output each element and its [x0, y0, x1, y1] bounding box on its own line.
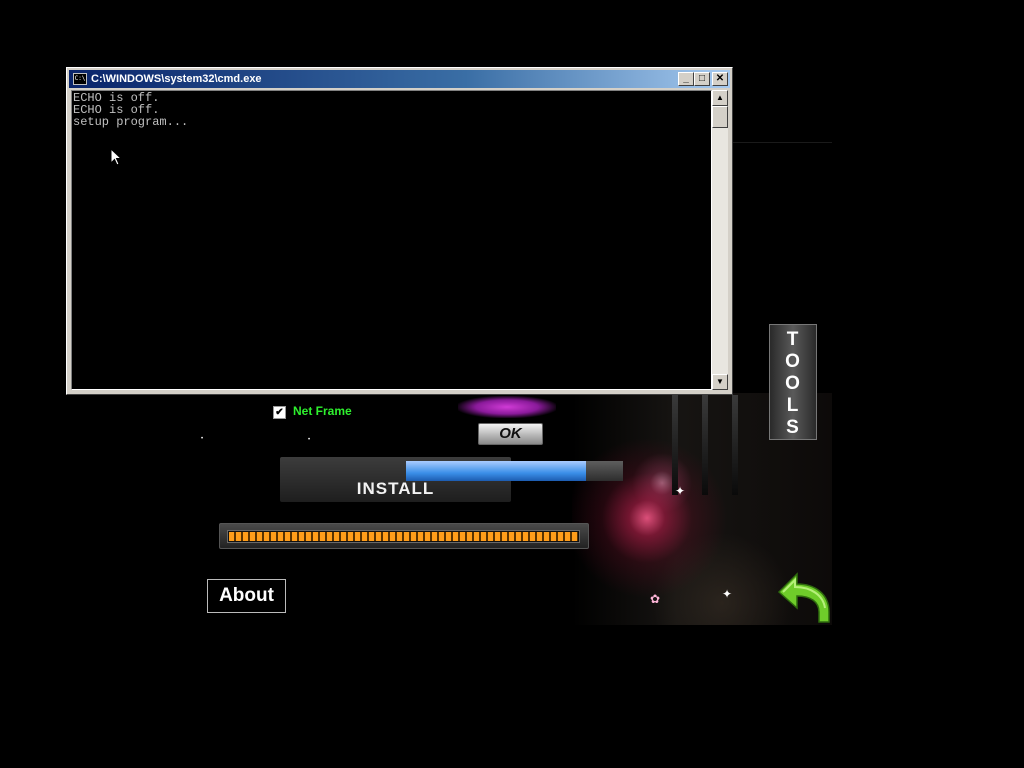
- check-icon: ✔: [275, 407, 284, 418]
- close-button[interactable]: ✕: [712, 72, 728, 86]
- tools-button[interactable]: T O O L S: [769, 324, 817, 440]
- decorative-logo: [458, 396, 556, 418]
- install-label: INSTALL: [356, 479, 435, 498]
- orange-progress-inner: [227, 530, 580, 543]
- tools-letter: O: [785, 351, 801, 372]
- window-title: C:\WINDOWS\system32\cmd.exe: [91, 73, 262, 85]
- sparkle-icon: ✦: [675, 484, 686, 498]
- decorative-pillar: [672, 395, 678, 495]
- sparkle-icon: ✿: [650, 592, 661, 606]
- vertical-scrollbar[interactable]: ▲ ▼: [712, 90, 728, 390]
- maximize-button[interactable]: □: [694, 72, 710, 86]
- desktop: ✦ ✿ ✦ • • T O O L S ✔ Net Frame OK INSTA…: [0, 0, 1024, 768]
- blue-progress-bar: [406, 461, 623, 481]
- mouse-cursor-icon: [110, 148, 122, 166]
- orange-progress-bar: [219, 523, 589, 549]
- decorative-pillar: [732, 395, 738, 495]
- cmd-window: C:\ C:\WINDOWS\system32\cmd.exe _ □ ✕ EC…: [66, 67, 733, 395]
- net-frame-label: Net Frame: [293, 404, 352, 418]
- tools-letter: T: [786, 329, 800, 350]
- ok-button[interactable]: OK: [478, 423, 543, 445]
- tools-letter: S: [786, 417, 800, 438]
- orange-progress-fill: [229, 532, 578, 541]
- arrow-up-icon: ▲: [716, 93, 724, 102]
- about-button[interactable]: About: [207, 579, 286, 613]
- tools-letter: O: [785, 373, 801, 394]
- sparkle-icon: •: [201, 436, 204, 442]
- console-output[interactable]: ECHO is off. ECHO is off. setup program.…: [71, 90, 712, 390]
- maximize-icon: □: [698, 73, 706, 84]
- back-arrow-icon[interactable]: [773, 570, 833, 624]
- scroll-up-button[interactable]: ▲: [712, 90, 728, 106]
- cmd-icon: C:\: [73, 73, 87, 85]
- close-icon: ✕: [715, 73, 725, 84]
- sparkle-icon: ✦: [722, 587, 733, 601]
- decorative-pillar: [702, 395, 708, 495]
- scroll-down-button[interactable]: ▼: [712, 374, 728, 390]
- tools-letter: L: [786, 395, 800, 416]
- blue-progress-fill: [406, 461, 587, 481]
- console-line: setup program...: [73, 115, 189, 129]
- cmd-titlebar[interactable]: C:\ C:\WINDOWS\system32\cmd.exe _ □ ✕: [69, 70, 730, 88]
- arrow-down-icon: ▼: [716, 377, 724, 386]
- scroll-thumb[interactable]: [712, 106, 728, 128]
- minimize-button[interactable]: _: [678, 72, 694, 86]
- minimize-icon: _: [683, 73, 689, 84]
- net-frame-checkbox[interactable]: ✔: [273, 406, 286, 419]
- sparkle-icon: •: [308, 437, 311, 443]
